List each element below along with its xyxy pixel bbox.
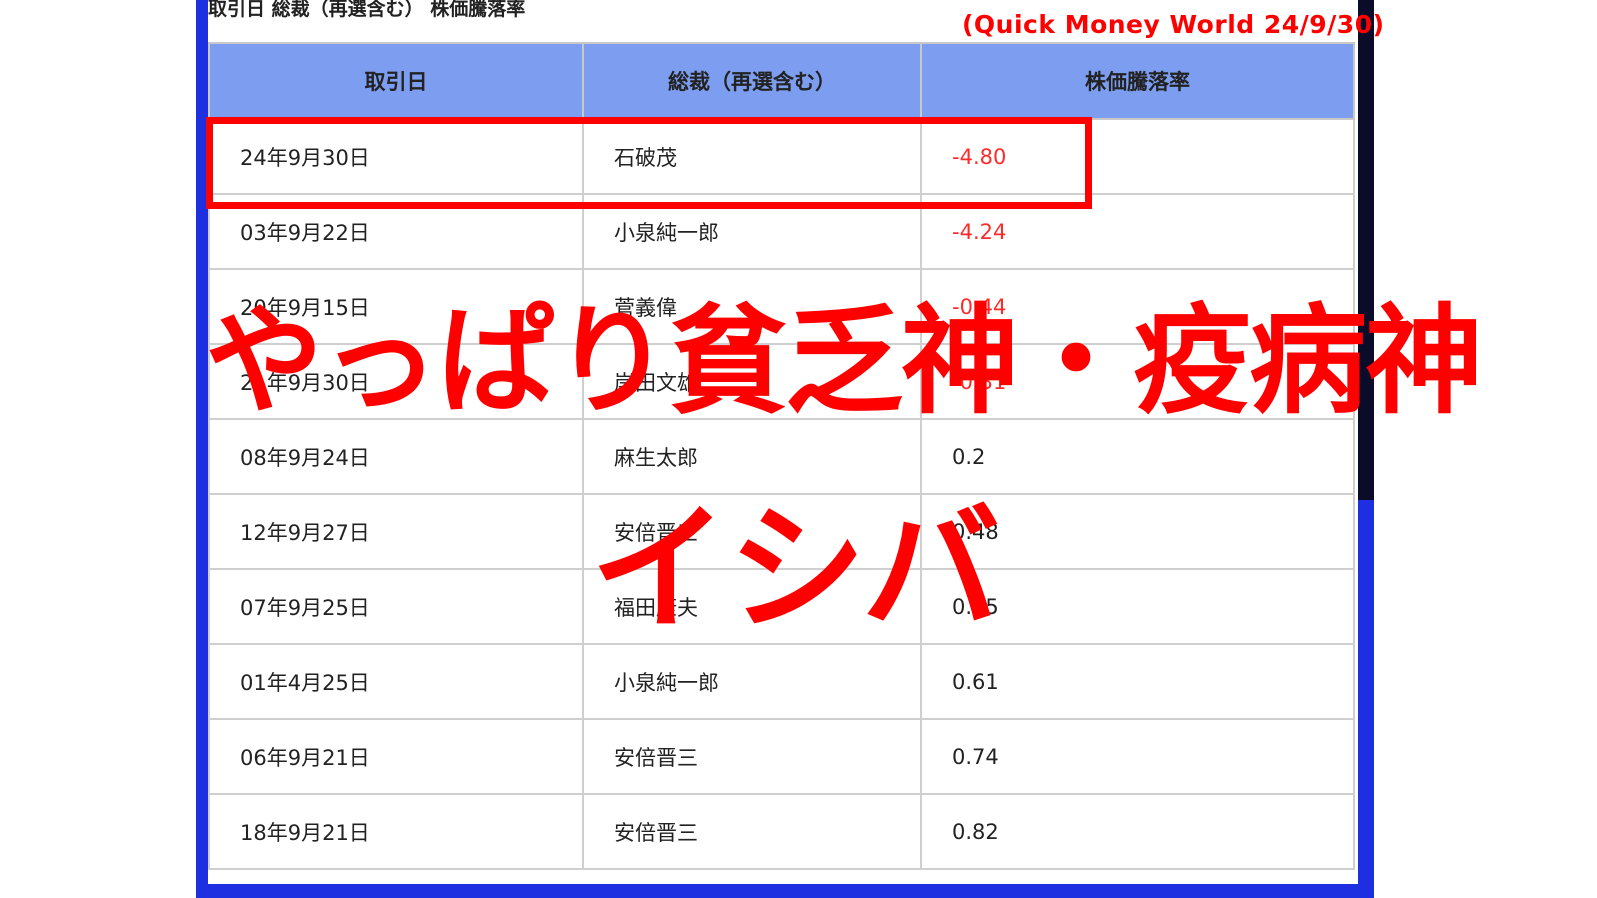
table-row: 18年9月21日 安倍晋三 0.82 bbox=[208, 793, 1355, 870]
cell-pm: 安倍晋三 bbox=[582, 718, 922, 795]
table-caption: 取引日 総裁（再選含む） 株価騰落率 bbox=[208, 0, 526, 20]
cell-date: 01年4月25日 bbox=[208, 643, 584, 720]
cell-rate: 0.61 bbox=[920, 643, 1355, 720]
cell-date: 06年9月21日 bbox=[208, 718, 584, 795]
cell-pm: 小泉純一郎 bbox=[582, 643, 922, 720]
header-rate: 株価騰落率 bbox=[920, 42, 1355, 120]
table-header-row: 取引日 総裁（再選含む） 株価騰落率 bbox=[208, 42, 1355, 120]
overlay-name: イシバ bbox=[590, 489, 1000, 650]
header-pm: 総裁（再選含む） bbox=[582, 42, 922, 120]
table-row: 06年9月21日 安倍晋三 0.74 bbox=[208, 718, 1355, 795]
header-date: 取引日 bbox=[208, 42, 584, 120]
cell-rate: 0.82 bbox=[920, 793, 1355, 870]
cell-pm: 安倍晋三 bbox=[582, 793, 922, 870]
table-row: 01年4月25日 小泉純一郎 0.61 bbox=[208, 643, 1355, 720]
cell-date: 07年9月25日 bbox=[208, 568, 584, 645]
cell-date: 18年9月21日 bbox=[208, 793, 584, 870]
highlight-box bbox=[206, 117, 1092, 209]
overlay-headline: やっぱり貧乏神・疫病神 bbox=[205, 292, 1483, 430]
cell-date: 12年9月27日 bbox=[208, 493, 584, 570]
source-label: (Quick Money World 24/9/30) bbox=[962, 10, 1385, 39]
cell-rate: 0.74 bbox=[920, 718, 1355, 795]
